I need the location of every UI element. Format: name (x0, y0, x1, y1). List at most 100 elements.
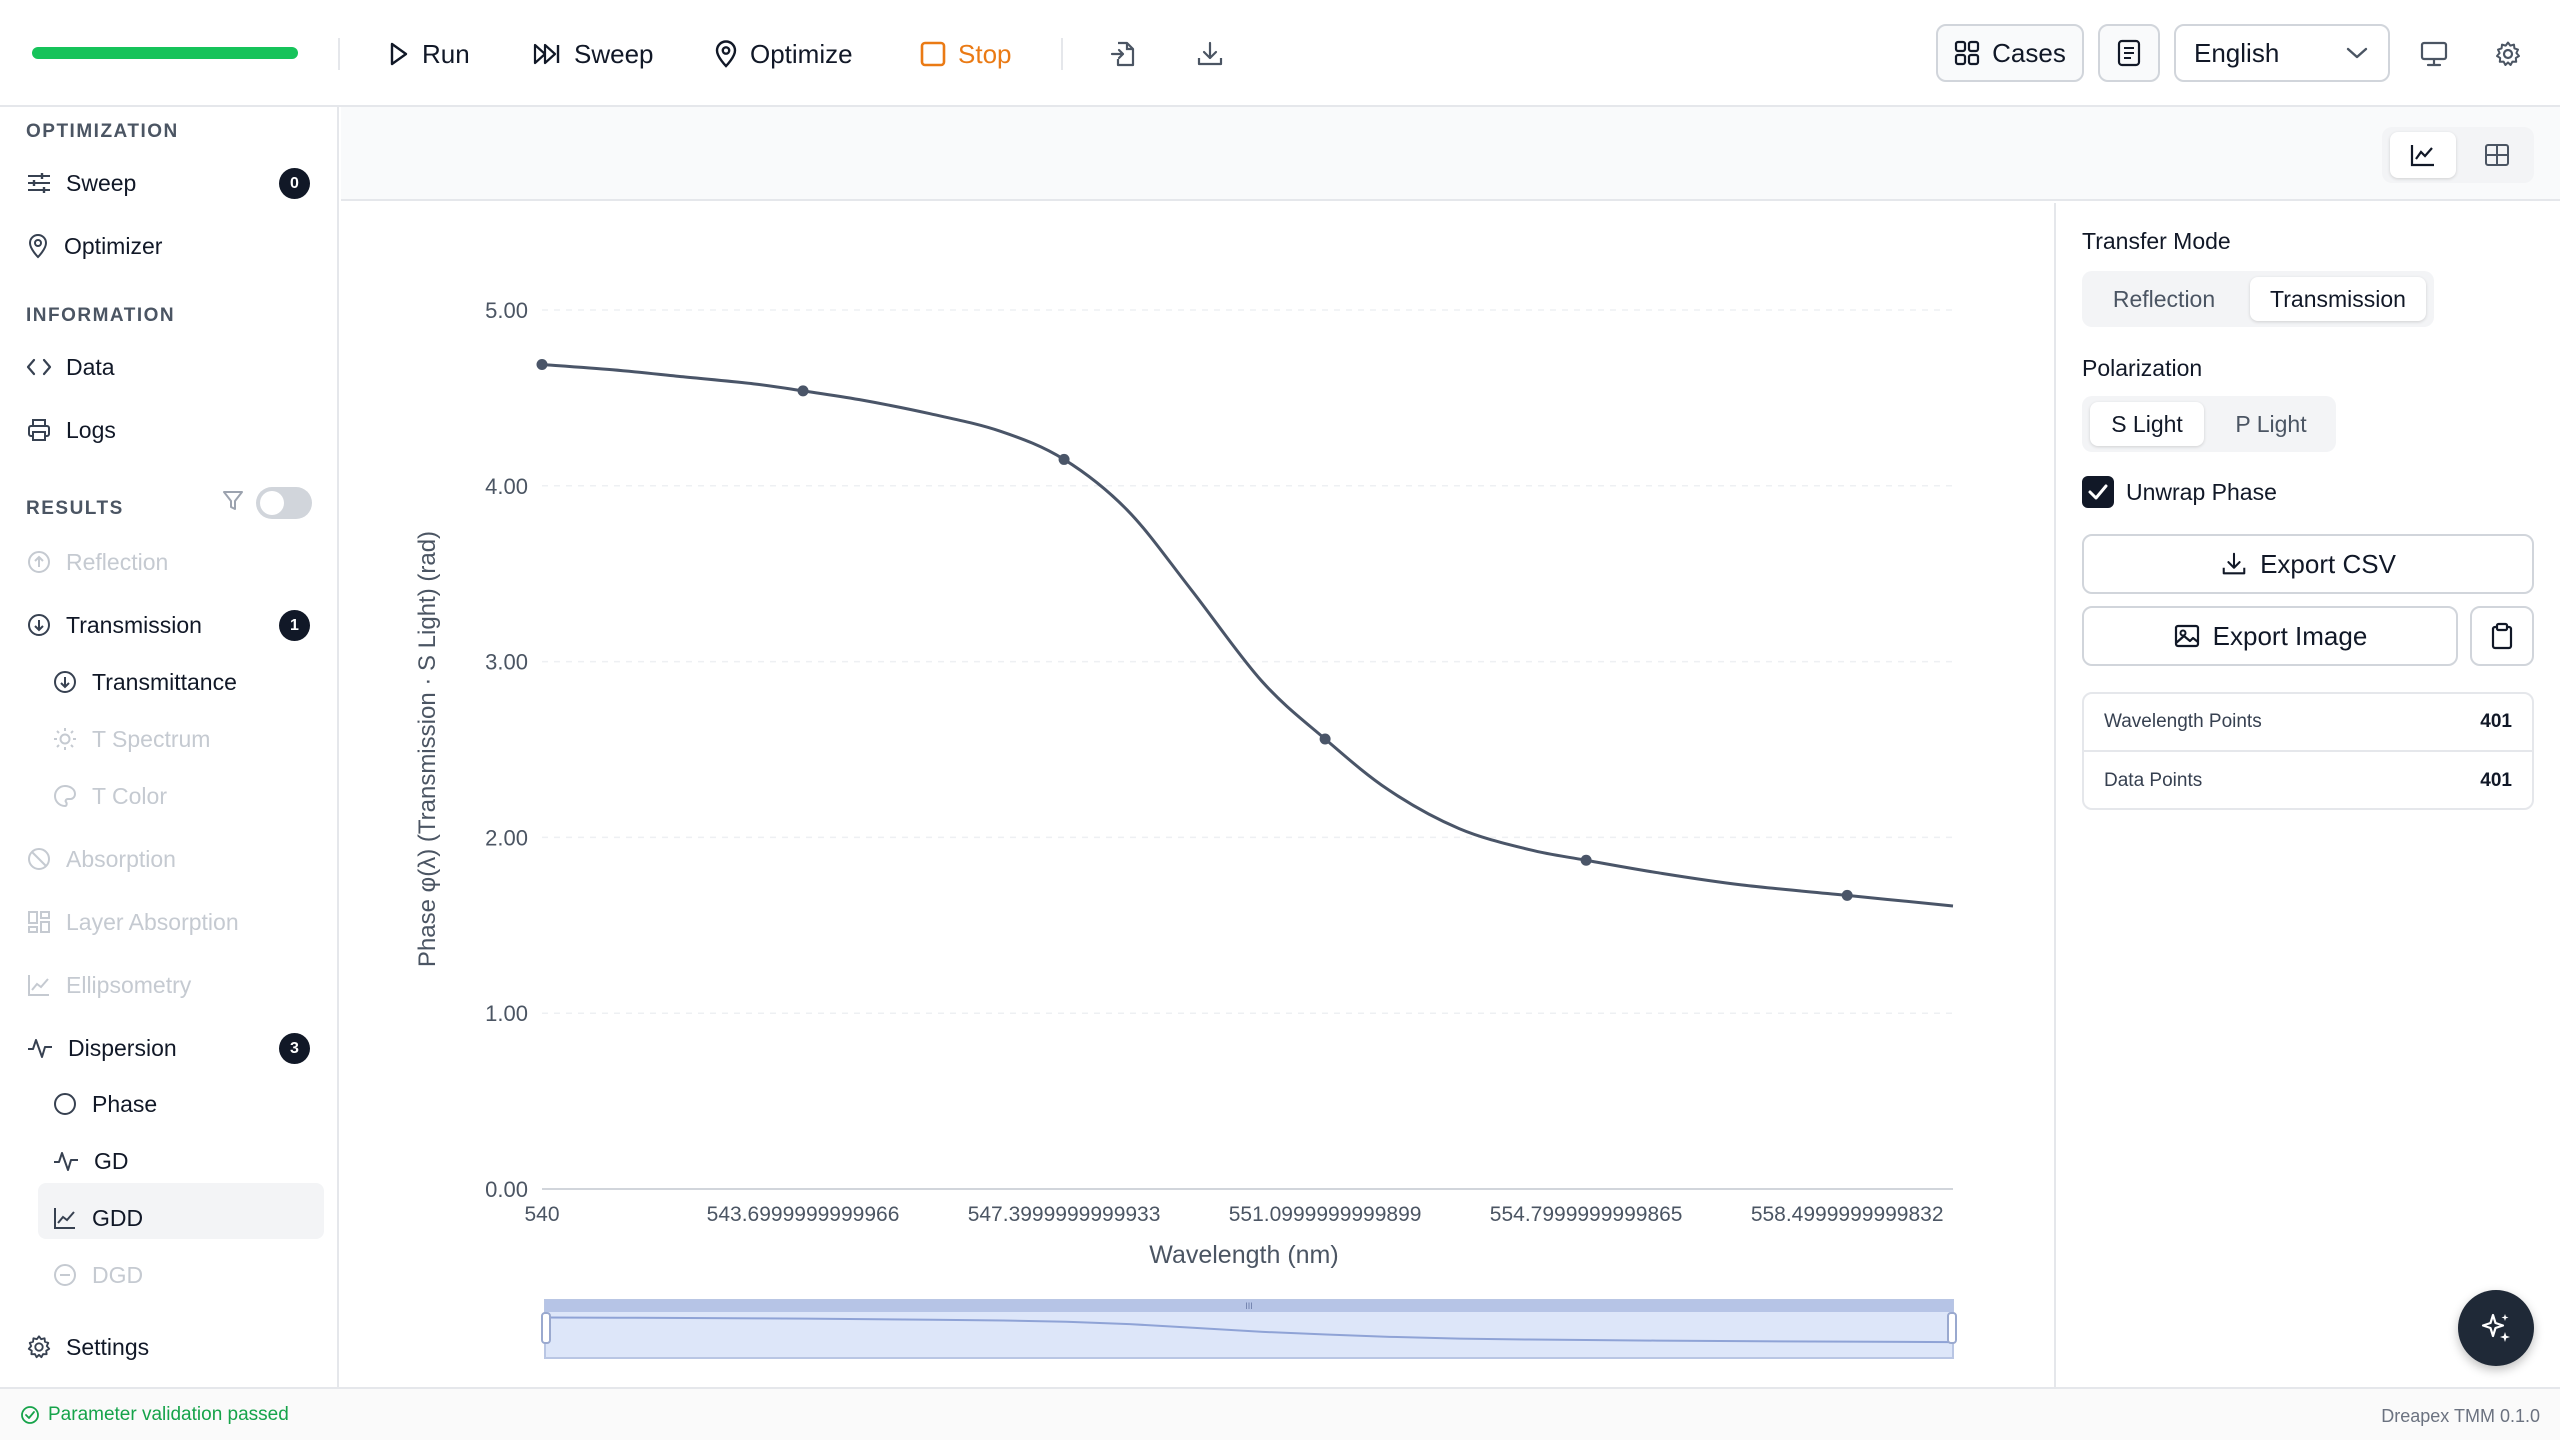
sidebar-item-label: T Color (92, 782, 167, 809)
polarization-s-light[interactable]: S Light (2090, 402, 2204, 446)
table-icon (2485, 144, 2509, 166)
stop-button[interactable]: Stop (920, 30, 1012, 78)
x-tick-label: 543.6999999999966 (707, 1203, 900, 1226)
sidebar-item-optimizer[interactable]: Optimizer (26, 226, 162, 266)
sidebar-item-phase[interactable]: Phase (52, 1084, 157, 1124)
sidebar-item-label: GDD (92, 1204, 144, 1231)
y-tick-label: 3.00 (485, 650, 528, 675)
sidebar-item-transmission[interactable]: Transmission (26, 605, 202, 645)
y-axis-label: Phase φ(λ) (Transmission · S Light) (rad… (414, 531, 441, 967)
sidebar-item-dispersion[interactable]: Dispersion (26, 1028, 177, 1068)
settings-button[interactable] (2488, 34, 2528, 74)
unwrap-phase-checkbox[interactable] (2082, 476, 2114, 508)
grid-icon (1955, 40, 1980, 66)
data-point[interactable] (797, 385, 809, 397)
x-axis-label: Wavelength (nm) (1149, 1241, 1338, 1269)
download-button[interactable] (1190, 34, 1230, 74)
sidebar-item-label: Reflection (66, 548, 169, 575)
map-pin-icon (28, 234, 48, 259)
sidebar-item-sweep[interactable]: Sweep (26, 163, 136, 203)
y-tick-label: 4.00 (485, 474, 528, 499)
y-tick-label: 2.00 (485, 825, 528, 850)
chart-grid (542, 309, 1953, 1190)
stop-square-icon (920, 41, 946, 67)
chevron-down-icon (2346, 47, 2368, 59)
toolbar: Run Sweep Optimize Stop Cases English (0, 0, 2560, 107)
activity-icon (54, 1152, 78, 1171)
ai-assistant-button[interactable] (2458, 1290, 2534, 1366)
toolbar-divider (1061, 38, 1063, 70)
stat-label: Data Points (2104, 770, 2203, 791)
sweep-button[interactable]: Sweep (532, 30, 654, 78)
sidebar-item-data[interactable]: Data (26, 347, 115, 387)
optimize-button[interactable]: Optimize (714, 30, 853, 78)
sweep-label: Sweep (574, 38, 654, 69)
sweep-count-badge: 0 (279, 168, 310, 199)
chart-header (341, 107, 2560, 201)
line-chart-icon (28, 975, 49, 996)
export-image-button[interactable]: Export Image (2082, 606, 2458, 666)
transfer-mode-reflection[interactable]: Reflection (2090, 277, 2238, 321)
arrow-up-circle-icon (28, 551, 50, 573)
zoom-slider[interactable]: III (541, 1299, 1957, 1359)
data-point[interactable] (1319, 733, 1331, 745)
zoom-handle-left[interactable] (541, 1312, 551, 1344)
optimize-label: Optimize (750, 38, 853, 69)
map-pin-icon (715, 40, 737, 68)
notes-button[interactable] (2098, 24, 2160, 82)
y-tick-label: 1.00 (485, 1001, 528, 1026)
results-filter-toggle[interactable] (256, 487, 312, 519)
language-select[interactable]: English (2174, 24, 2390, 82)
sidebar-item-logs[interactable]: Logs (26, 410, 116, 450)
import-button[interactable] (1104, 34, 1144, 74)
transfer-mode-transmission[interactable]: Transmission (2250, 277, 2426, 321)
circle-icon (54, 1093, 76, 1115)
cases-label: Cases (1992, 37, 2066, 68)
sidebar-item-settings[interactable]: Settings (26, 1327, 149, 1367)
transmission-count-badge: 1 (279, 610, 310, 641)
display-button[interactable] (2414, 34, 2454, 74)
data-point[interactable] (1841, 889, 1853, 901)
sidebar-item-label: Dispersion (68, 1034, 177, 1061)
check-circle-icon (21, 1406, 39, 1424)
sidebar-item-layer-absorption[interactable]: Layer Absorption (26, 902, 239, 942)
sidebar-item-transmittance[interactable]: Transmittance (52, 662, 237, 702)
sidebar-item-t-color[interactable]: T Color (52, 776, 167, 816)
y-tick-label: 5.00 (485, 298, 528, 323)
sidebar-item-label: Transmission (66, 611, 202, 638)
unwrap-phase-label: Unwrap Phase (2126, 479, 2277, 505)
data-point[interactable] (536, 358, 548, 370)
section-header-optimization: OPTIMIZATION (26, 121, 179, 142)
transfer-mode-segmented: Reflection Transmission (2082, 271, 2434, 327)
sidebar-item-gdd[interactable]: GDD (52, 1198, 143, 1238)
sidebar-item-label: DGD (92, 1261, 144, 1288)
sidebar-item-label: Layer Absorption (66, 908, 239, 935)
stat-label: Wavelength Points (2104, 711, 2262, 732)
stat-value: 401 (2480, 770, 2512, 791)
phase-chart[interactable]: 0.00 1.00 2.00 3.00 4.00 5.00 540 543.69999999… (341, 203, 2053, 1387)
download-icon (2222, 552, 2246, 575)
app-version: Dreapex TMM 0.1.0 (2381, 1406, 2540, 1426)
sidebar-item-absorption[interactable]: Absorption (26, 839, 176, 879)
export-csv-button[interactable]: Export CSV (2082, 534, 2534, 594)
notepad-icon (2117, 39, 2141, 67)
zoom-handle-right[interactable] (1947, 1312, 1957, 1344)
sidebar-item-label: GD (94, 1147, 129, 1174)
sidebar-item-ellipsometry[interactable]: Ellipsometry (26, 965, 191, 1005)
sidebar-item-dgd[interactable]: DGD (52, 1255, 143, 1295)
table-view-button[interactable] (2466, 132, 2528, 178)
data-point[interactable] (1058, 453, 1070, 465)
filter-icon[interactable] (222, 489, 244, 513)
cases-button[interactable]: Cases (1936, 24, 2084, 82)
y-axis-ticks: 0.00 1.00 2.00 3.00 4.00 5.00 (485, 298, 528, 1202)
polarization-label: Polarization (2082, 355, 2203, 381)
copy-to-clipboard-button[interactable] (2470, 606, 2534, 666)
chart-view-button[interactable] (2390, 132, 2456, 178)
polarization-p-light[interactable]: P Light (2214, 402, 2328, 446)
sidebar-item-reflection[interactable]: Reflection (26, 542, 168, 582)
run-button[interactable]: Run (388, 30, 470, 78)
clipboard-icon (2491, 622, 2513, 650)
data-point[interactable] (1580, 854, 1592, 866)
sidebar-item-t-spectrum[interactable]: T Spectrum (52, 719, 210, 759)
sidebar-item-gd[interactable]: GD (52, 1141, 129, 1181)
